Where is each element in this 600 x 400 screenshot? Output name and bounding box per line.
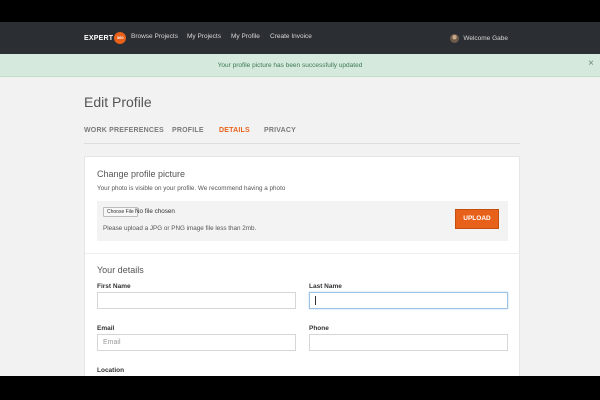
tab-details[interactable]: DETAILS	[219, 127, 250, 134]
tab-profile[interactable]: PROFILE	[172, 127, 204, 134]
nav-link-browse-projects[interactable]: Browse Projects	[131, 33, 178, 40]
logo-text: EXPERT	[84, 34, 114, 42]
profile-picture-help: Your photo is visible on your profile. W…	[97, 185, 286, 192]
phone-field[interactable]	[309, 334, 508, 351]
logo[interactable]: EXPERT 360	[84, 32, 127, 44]
profile-tabs: WORK PREFERENCES PROFILE DETAILS PRIVACY	[84, 126, 520, 144]
close-icon[interactable]: ×	[588, 59, 594, 69]
letterbox-bottom	[0, 376, 600, 400]
success-alert: Your profile picture has been successful…	[0, 54, 600, 77]
your-details-heading: Your details	[97, 265, 144, 275]
profile-picture-heading: Change profile picture	[97, 169, 186, 179]
tab-privacy[interactable]: PRIVACY	[264, 127, 296, 134]
section-divider	[85, 253, 521, 254]
alert-message: Your profile picture has been successful…	[217, 62, 363, 69]
file-status: No file chosen	[135, 208, 175, 215]
nav-link-my-projects[interactable]: My Projects	[187, 33, 221, 40]
last-name-field[interactable]	[309, 292, 508, 309]
browser-viewport: EXPERT 360 Browse Projects My Projects M…	[0, 22, 600, 376]
nav-link-create-invoice[interactable]: Create Invoice	[270, 33, 312, 40]
first-name-label: First Name	[97, 283, 131, 290]
nav-link-my-profile[interactable]: My Profile	[231, 33, 260, 40]
upload-hint: Please upload a JPG or PNG image file le…	[103, 225, 257, 232]
last-name-label: Last Name	[309, 283, 342, 290]
text-caret	[315, 296, 316, 305]
email-field[interactable]: Email	[97, 334, 296, 351]
first-name-field[interactable]	[97, 292, 296, 309]
page-title: Edit Profile	[84, 94, 152, 110]
upload-button[interactable]: UPLOAD	[455, 209, 499, 229]
welcome-text: Welcome Gabe	[463, 34, 508, 42]
details-card: Change profile picture Your photo is vis…	[84, 156, 521, 376]
upload-box: Choose File No file chosen Please upload…	[97, 201, 508, 241]
location-label: Location	[97, 367, 125, 374]
letterbox-top	[0, 0, 600, 22]
phone-label: Phone	[309, 325, 329, 332]
user-menu[interactable]: Welcome Gabe	[450, 31, 508, 45]
email-label: Email	[97, 325, 115, 332]
choose-file-button[interactable]: Choose File	[103, 207, 138, 217]
top-navbar: EXPERT 360 Browse Projects My Projects M…	[0, 22, 600, 54]
tab-work-preferences[interactable]: WORK PREFERENCES	[84, 127, 164, 134]
logo-badge: 360	[114, 32, 127, 44]
avatar	[450, 33, 460, 43]
